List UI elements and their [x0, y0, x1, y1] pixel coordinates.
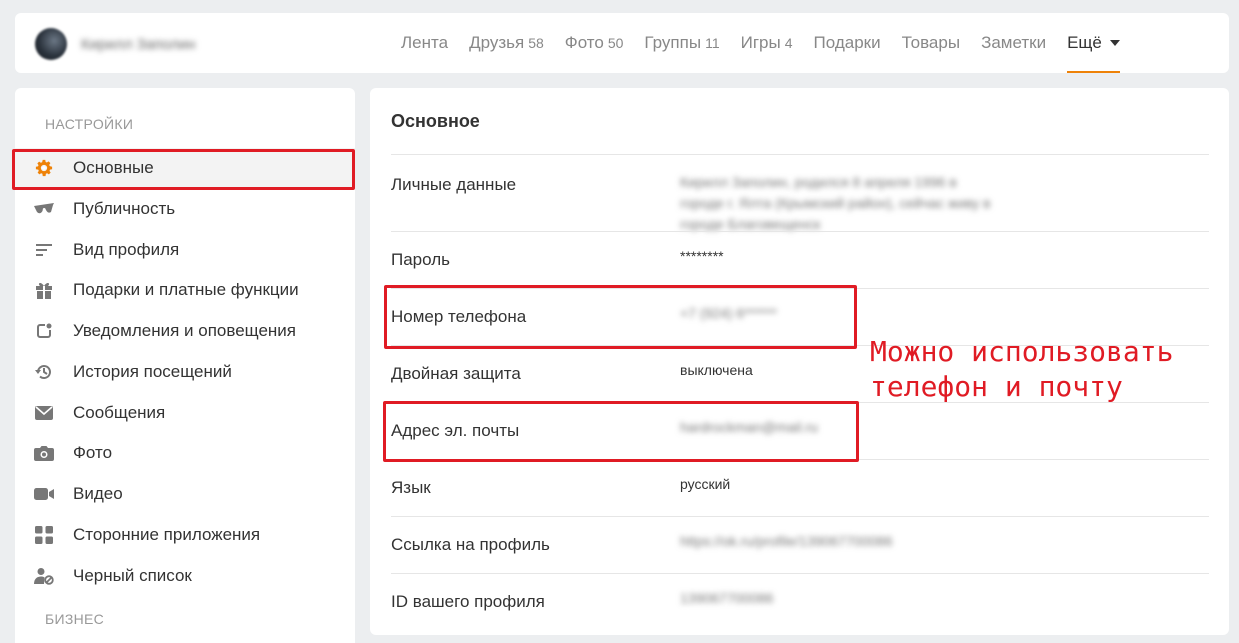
sidebar-item-label: Фото — [73, 443, 113, 462]
gift-icon — [34, 280, 54, 300]
row-label: Пароль — [391, 250, 450, 269]
sidebar-item-label: Подарки и платные функции — [73, 280, 299, 299]
notification-icon — [34, 321, 54, 341]
sidebar-item-label: Публичность — [73, 199, 176, 218]
row-value: hardrockman@mail.ru — [680, 419, 818, 435]
lines-icon — [34, 240, 54, 260]
settings-row-password[interactable]: Пароль ******** — [391, 231, 1209, 288]
apps-grid-icon — [34, 525, 54, 545]
sidebar-item-gifts-paid[interactable]: Подарки и платные функции — [15, 270, 355, 310]
sidebar-item-label: Основные — [73, 158, 154, 177]
nav-item-games[interactable]: Игры 4 — [741, 13, 793, 73]
sidebar-item-history[interactable]: История посещений — [15, 352, 355, 392]
nav-item-photos[interactable]: Фото 50 — [565, 13, 624, 73]
annotation-line: Можно использовать — [870, 335, 1174, 368]
nav-label: Фото — [564, 33, 604, 52]
nav-item-more[interactable]: Ещё — [1067, 13, 1120, 73]
nav-item-friends[interactable]: Друзья 58 — [469, 13, 544, 73]
nav-count: 58 — [528, 35, 544, 51]
row-label: Номер телефона — [391, 307, 527, 326]
row-value: выключена — [680, 362, 753, 378]
row-value: Кирилл Заполин, родился 8 апреля 1996 в … — [680, 174, 991, 232]
row-label: Адрес эл. почты — [391, 421, 520, 440]
sidebar-item-photos[interactable]: Фото — [15, 433, 355, 473]
history-icon — [34, 362, 54, 382]
settings-row-language[interactable]: Язык русский — [391, 459, 1209, 516]
settings-row-profile-link[interactable]: Ссылка на профиль https://ok.ru/profile/… — [391, 516, 1209, 573]
row-label: Двойная защита — [391, 364, 521, 383]
row-value: +7 (924) 6****** — [680, 305, 777, 321]
nav-label: Подарки — [813, 33, 881, 52]
user-name[interactable]: Кирилл Заполин — [81, 36, 195, 53]
row-value: https://ok.ru/profile/139067700086 — [680, 533, 893, 549]
settings-row-personal-data[interactable]: Личные данные Кирилл Заполин, родился 8 … — [391, 154, 1209, 232]
nav-label: Лента — [401, 33, 449, 52]
video-icon — [34, 484, 54, 504]
nav-item-feed[interactable]: Лента — [401, 13, 448, 73]
nav-count: 50 — [607, 35, 624, 51]
sunglasses-icon — [34, 199, 54, 219]
row-label: Ссылка на профиль — [391, 535, 550, 554]
row-value: ******** — [680, 248, 724, 264]
blocked-user-icon — [34, 566, 54, 586]
row-label: Личные данные — [391, 175, 517, 194]
row-value: русский — [680, 476, 731, 492]
sidebar-item-messages[interactable]: Сообщения — [15, 393, 355, 433]
row-label: ID вашего профиля — [391, 592, 545, 611]
nav-label: Друзья — [469, 33, 525, 52]
nav-label: Группы — [644, 33, 702, 52]
camera-icon — [34, 443, 54, 463]
avatar[interactable] — [35, 28, 67, 60]
nav-item-products[interactable]: Товары — [902, 13, 960, 73]
nav-item-groups[interactable]: Группы 11 — [644, 13, 719, 73]
nav-item-notes[interactable]: Заметки — [981, 13, 1046, 73]
envelope-icon — [34, 403, 54, 423]
sidebar-item-label: Черный список — [73, 566, 192, 585]
nav-count: 11 — [705, 35, 720, 51]
main-nav: Лента Друзья 58 Фото 50 Группы 11 Игры 4 Под… — [401, 13, 1120, 73]
nav-count: 4 — [784, 35, 793, 51]
settings-row-email[interactable]: Адрес эл. почты hardrockman@mail.ru — [391, 402, 1209, 459]
sidebar-item-video[interactable]: Видео — [15, 474, 355, 514]
top-navigation-bar: Кирилл Заполин Лента Друзья 58 Фото 50 Гру… — [15, 13, 1229, 73]
row-label: Язык — [391, 478, 431, 497]
nav-label: Заметки — [981, 33, 1047, 52]
sidebar-item-label: Сообщения — [73, 403, 166, 422]
sidebar-item-notifications[interactable]: Уведомления и оповещения — [15, 311, 355, 351]
settings-row-profile-id[interactable]: ID вашего профиля 139067700086 — [391, 573, 1209, 630]
annotation-line: телефон и почту — [870, 370, 1123, 403]
user-profile-link[interactable]: Кирилл Заполин — [35, 28, 195, 60]
nav-label: Ещё — [1067, 33, 1102, 52]
settings-sidebar: НАСТРОЙКИ Основные Публичность Вид профи… — [15, 88, 355, 643]
section-heading-business: БИЗНЕС — [45, 611, 105, 627]
sidebar-item-label: Видео — [73, 484, 123, 503]
sidebar-item-publicity[interactable]: Публичность — [15, 189, 355, 229]
nav-label: Игры — [740, 33, 781, 52]
section-heading-settings: НАСТРОЙКИ — [45, 116, 134, 132]
sidebar-item-third-party-apps[interactable]: Сторонние приложения — [15, 515, 355, 555]
nav-item-gifts[interactable]: Подарки — [814, 13, 881, 73]
sidebar-item-label: Уведомления и оповещения — [73, 321, 296, 340]
row-value: 139067700086 — [680, 590, 774, 606]
caret-down-icon — [1109, 40, 1120, 46]
sidebar-item-label: История посещений — [73, 362, 232, 381]
nav-label: Товары — [901, 33, 961, 52]
page-title: Основное — [391, 111, 480, 131]
sidebar-item-blacklist[interactable]: Черный список — [15, 556, 355, 596]
gear-icon — [34, 158, 54, 178]
sidebar-item-label: Сторонние приложения — [73, 525, 261, 544]
sidebar-item-profile-view[interactable]: Вид профиля — [15, 230, 355, 270]
annotation-text: Можно использовать телефон и почту — [870, 334, 1173, 404]
sidebar-item-general[interactable]: Основные — [15, 148, 355, 188]
sidebar-item-label: Вид профиля — [73, 240, 180, 259]
